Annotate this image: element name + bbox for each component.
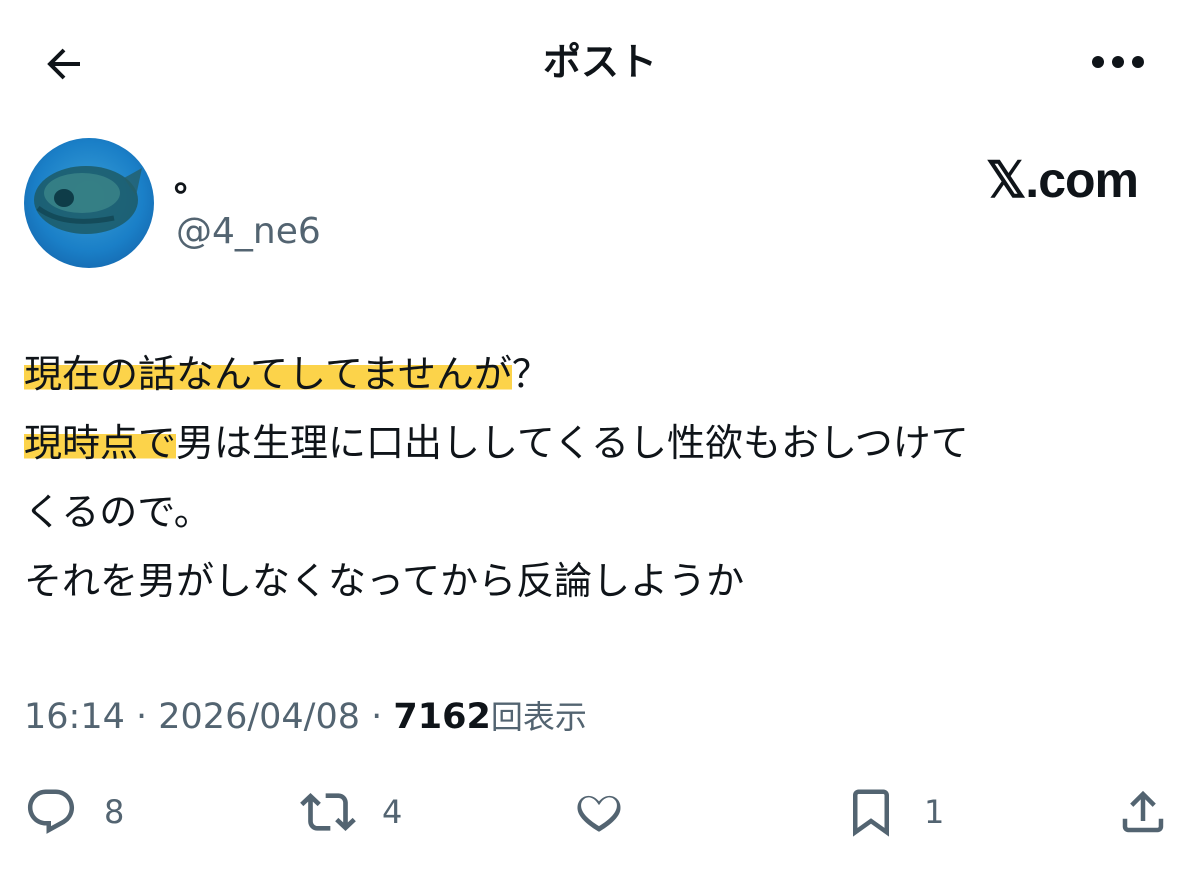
tweet-line-1: 現在の話なんてしてませんが？ <box>24 340 1174 409</box>
post-page: ポスト 。 @4_ne6 𝕏.com 現在の話なんてしてませんが？ 現時点で男は… <box>0 0 1200 872</box>
more-dots-icon <box>1092 56 1144 68</box>
bookmark-count: 1 <box>924 793 945 831</box>
tweet-line-2: 現時点で男は生理に口出ししてくるし性欲もおしつけて <box>24 409 1174 478</box>
repost-icon <box>300 793 356 831</box>
highlighted-text: 現在の話なんてしてませんが <box>24 352 512 396</box>
more-options-button[interactable] <box>1086 40 1150 84</box>
page-title: ポスト <box>542 40 657 84</box>
share-icon <box>1122 790 1164 833</box>
brand-watermark: 𝕏.com <box>986 152 1139 208</box>
reply-count: 8 <box>104 793 125 831</box>
tweet-line-3: くるので。 <box>24 490 212 534</box>
bookmark-icon <box>853 789 889 837</box>
repost-button[interactable]: 4 <box>300 784 402 840</box>
avatar-image <box>24 138 154 268</box>
separator: · <box>124 697 159 737</box>
avatar[interactable] <box>24 138 154 268</box>
highlighted-text: 現時点で <box>24 421 177 465</box>
bookmark-button[interactable]: 1 <box>844 784 944 840</box>
display-name[interactable]: 。 <box>174 160 208 200</box>
share-button[interactable] <box>1116 784 1170 840</box>
separator: · <box>360 697 394 737</box>
reply-button[interactable]: 8 <box>24 784 124 840</box>
views-count: 7162 <box>393 697 491 737</box>
text-segment: 男は生理に口出ししてくるし性欲もおしつけて <box>176 421 969 465</box>
heart-icon <box>577 795 621 832</box>
like-button[interactable] <box>572 784 652 840</box>
user-handle[interactable]: @4_ne6 <box>176 210 321 254</box>
post-date[interactable]: 2026/04/08 <box>158 697 360 737</box>
views-label: 回表示 <box>490 698 587 736</box>
reply-icon <box>27 789 75 834</box>
tweet-line-4: それを男がしなくなってから反論しようか <box>24 559 745 603</box>
tweet-text: 現在の話なんてしてませんが？ 現時点で男は生理に口出ししてくるし性欲もおしつけて… <box>24 340 1174 616</box>
post-time[interactable]: 16:14 <box>24 697 125 737</box>
repost-count: 4 <box>382 793 403 831</box>
text-segment: ？ <box>511 352 550 396</box>
tweet-meta: 16:14 · 2026/04/08 · 7162回表示 <box>24 692 587 742</box>
